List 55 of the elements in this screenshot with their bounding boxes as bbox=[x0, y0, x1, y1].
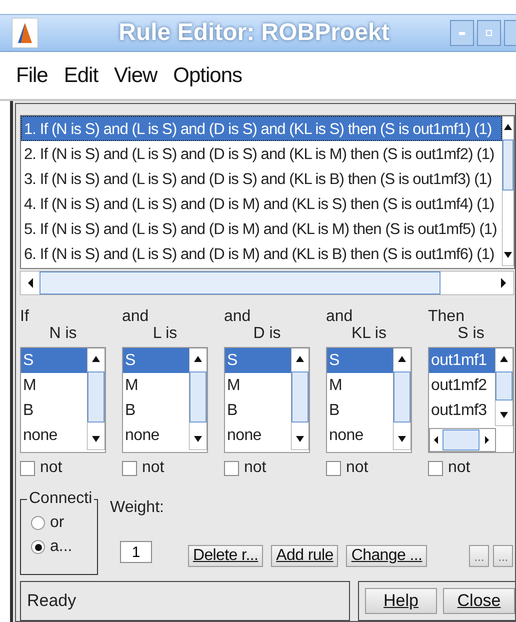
variable-label: L is bbox=[152, 325, 178, 343]
vertical-scrollbar[interactable] bbox=[393, 348, 411, 450]
not-checkbox[interactable] bbox=[428, 460, 443, 476]
radio-button[interactable] bbox=[31, 540, 45, 554]
footer-button[interactable]: Help bbox=[365, 588, 437, 614]
connective-label: and bbox=[224, 309, 252, 325]
not-checkbox[interactable] bbox=[224, 460, 239, 476]
minimize-icon bbox=[459, 32, 465, 34]
vertical-scrollbar[interactable] bbox=[495, 348, 513, 426]
menu-item[interactable]: View bbox=[114, 64, 158, 88]
not-checkbox[interactable] bbox=[122, 460, 137, 476]
vertical-scrollbar[interactable] bbox=[502, 116, 514, 266]
vertical-scrollbar[interactable] bbox=[189, 348, 207, 450]
status-text: Ready bbox=[20, 581, 350, 621]
footer-button[interactable]: Close bbox=[443, 588, 515, 614]
weight-label: Weight: bbox=[110, 499, 164, 517]
horizontal-scrollbar[interactable] bbox=[20, 271, 514, 295]
connective-label: If bbox=[20, 309, 30, 325]
not-checkbox[interactable] bbox=[20, 460, 35, 476]
action-button[interactable]: Add rule bbox=[271, 545, 338, 567]
menu-item[interactable]: Options bbox=[173, 64, 242, 88]
not-checkbox[interactable] bbox=[326, 460, 341, 476]
list-option[interactable]: out1mf1 bbox=[429, 348, 495, 373]
connective-label: and bbox=[122, 309, 150, 325]
vertical-scrollbar[interactable] bbox=[87, 348, 105, 450]
window-title: Rule Editor: ROBProekt bbox=[118, 19, 390, 47]
vertical-scrollbar[interactable] bbox=[291, 348, 309, 450]
list-option[interactable]: S bbox=[327, 348, 393, 373]
action-button[interactable]: Delete r... bbox=[188, 545, 264, 567]
maximize-button[interactable] bbox=[477, 20, 501, 46]
weight-field[interactable]: 1 bbox=[120, 541, 152, 563]
connective-label: Then bbox=[428, 309, 466, 325]
connective-label: and bbox=[326, 309, 354, 325]
variable-label: N is bbox=[48, 325, 78, 343]
action-button[interactable]: Change ... bbox=[346, 545, 428, 567]
checkbox-label: not bbox=[346, 459, 368, 477]
variable-label: D is bbox=[252, 325, 282, 343]
variable-label: KL is bbox=[350, 325, 388, 343]
menu-item[interactable]: Edit bbox=[64, 64, 98, 88]
radio-label: or bbox=[50, 514, 64, 532]
list-option[interactable]: S bbox=[123, 348, 189, 373]
checkbox-label: not bbox=[448, 459, 470, 477]
checkbox-label: not bbox=[40, 459, 62, 477]
list-option[interactable]: S bbox=[225, 348, 291, 373]
variable-label: S is bbox=[456, 325, 486, 343]
checkbox-label: not bbox=[244, 459, 266, 477]
minimize-button[interactable] bbox=[450, 20, 474, 46]
menu-item[interactable]: File bbox=[16, 64, 48, 88]
maximize-icon bbox=[486, 30, 492, 36]
list-option[interactable]: S bbox=[21, 348, 87, 373]
rule-item[interactable]: 1. If (N is S) and (L is S) and (D is S) and (KL is S) then (S is out1mf1) (1) bbox=[21, 116, 502, 141]
radio-label: a... bbox=[50, 538, 72, 556]
radio-button[interactable] bbox=[31, 516, 45, 530]
checkbox-label: not bbox=[142, 459, 164, 477]
app-logo-icon bbox=[12, 18, 38, 48]
